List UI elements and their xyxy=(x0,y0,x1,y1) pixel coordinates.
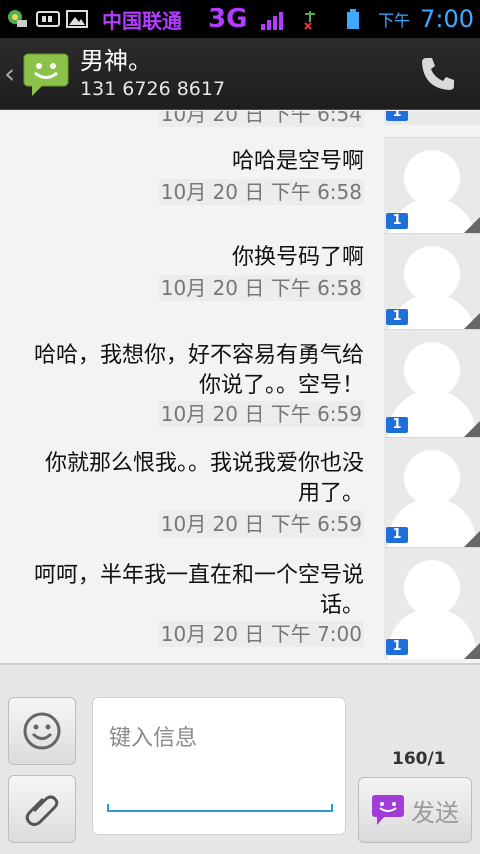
status-bar: 中国联通 3G 下午 7:00 xyxy=(0,0,480,38)
message-time: 10月 20 日 下午 6:59 xyxy=(158,401,364,427)
battery-icon xyxy=(346,8,368,30)
avatar[interactable]: 1 xyxy=(384,547,480,659)
image-icon xyxy=(66,8,88,30)
smiley-icon xyxy=(23,712,61,750)
contact-number: 131 6726 8617 xyxy=(80,77,226,100)
contact-info[interactable]: 男神。 131 6726 8617 xyxy=(80,46,225,102)
list-item[interactable]: 你就那么恨我。。我说我爱你也没用了。 10月 20 日 下午 6:59 1 xyxy=(0,437,480,547)
conversation-header: ‹ 男神。 131 6726 8617 xyxy=(0,38,480,110)
list-item[interactable]: 哈哈，我想你，好不容易有勇气给你说了。。空号！ 10月 20 日 下午 6:59… xyxy=(0,329,480,437)
message-text: 你就那么恨我。。我说我爱你也没用了。 xyxy=(44,451,364,506)
message-text: 你换号码了啊 xyxy=(231,245,364,270)
input-underline xyxy=(107,804,333,812)
message-time: 10月 20 日 下午 6:54 xyxy=(158,111,364,127)
message-text: 呵呵，半年我一直在和一个空号说话。 xyxy=(33,563,364,618)
message-time: 10月 20 日 下午 6:59 xyxy=(158,511,364,537)
send-sms-icon xyxy=(372,795,404,825)
emoji-button[interactable] xyxy=(8,697,76,765)
status-badge: 1 xyxy=(386,639,408,655)
list-item[interactable]: 10月 20 日 下午 6:54 1 xyxy=(0,111,480,137)
list-item[interactable]: 你换号码了啊 10月 20 日 下午 6:58 1 xyxy=(0,233,480,329)
sms-smiley-icon[interactable] xyxy=(22,50,70,98)
avatar[interactable]: 1 xyxy=(384,437,480,547)
character-counter: 160/1 xyxy=(392,749,446,769)
status-badge: 1 xyxy=(386,213,408,229)
message-input-box[interactable] xyxy=(92,697,346,835)
message-text: 哈哈，我想你，好不容易有勇气给你说了。。空号！ xyxy=(33,343,364,398)
avatar[interactable]: 1 xyxy=(384,329,480,437)
signal-icon xyxy=(261,8,284,30)
paperclip-icon xyxy=(25,795,59,826)
list-item[interactable]: 呵呵，半年我一直在和一个空号说话。 10月 20 日 下午 7:00 1 xyxy=(0,547,480,659)
phone-icon xyxy=(422,57,454,90)
message-time: 10月 20 日 下午 7:00 xyxy=(158,621,364,647)
message-input[interactable] xyxy=(109,718,329,758)
avatar[interactable]: 1 xyxy=(384,137,480,233)
app-notification-icon xyxy=(6,8,28,30)
message-time: 10月 20 日 下午 6:58 xyxy=(158,275,364,301)
compose-bar: 160/1 发送 xyxy=(0,663,480,854)
attach-button[interactable] xyxy=(8,775,76,843)
back-chevron-icon[interactable]: ‹ xyxy=(4,57,18,90)
avatar[interactable]: 1 xyxy=(384,233,480,329)
avatar[interactable]: 1 xyxy=(384,111,480,125)
message-text: 哈哈是空号啊 xyxy=(231,149,364,174)
network-type: 3G xyxy=(208,4,248,34)
carrier-name: 中国联通 xyxy=(102,8,182,33)
send-button[interactable]: 发送 xyxy=(358,777,472,843)
status-badge: 1 xyxy=(386,417,408,433)
status-badge: 1 xyxy=(386,309,408,325)
status-badge: 1 xyxy=(386,111,408,121)
message-list[interactable]: 10月 20 日 下午 6:54 1 哈哈是空号啊 10月 20 日 下午 6:… xyxy=(0,111,480,663)
no-data-icon xyxy=(299,8,321,30)
send-label: 发送 xyxy=(411,798,459,827)
sim-icon xyxy=(36,8,60,30)
list-item[interactable]: 哈哈是空号啊 10月 20 日 下午 6:58 1 xyxy=(0,137,480,233)
status-time: 7:00 xyxy=(420,5,474,33)
call-button[interactable] xyxy=(410,46,466,102)
status-ampm: 下午 xyxy=(378,11,411,30)
contact-name: 男神。 xyxy=(80,46,152,75)
status-badge: 1 xyxy=(386,527,408,543)
message-time: 10月 20 日 下午 6:58 xyxy=(158,179,364,205)
